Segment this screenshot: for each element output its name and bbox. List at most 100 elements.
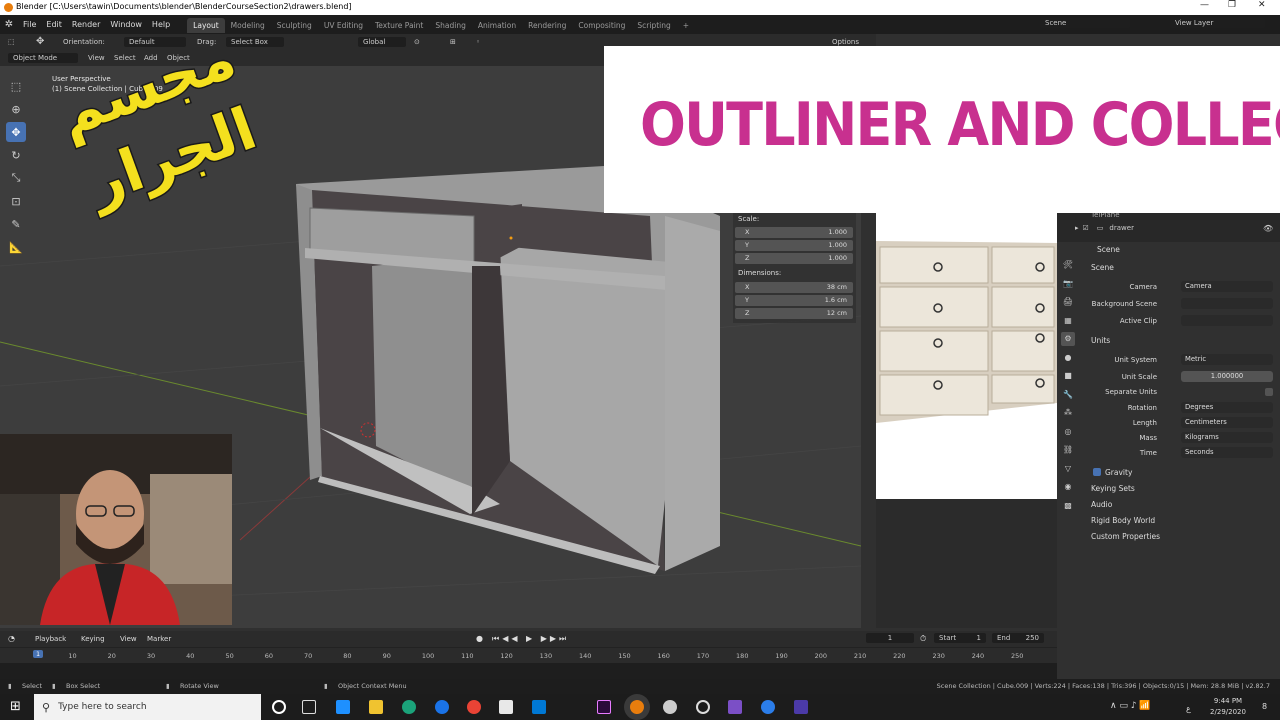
pivot-icon[interactable]: ⊙ (414, 38, 420, 46)
dimension-x-field[interactable]: X 38 cm (735, 282, 853, 293)
scene-selector[interactable]: Scene (1040, 18, 1130, 28)
mode-dropdown[interactable]: Object Mode (8, 53, 78, 63)
editor-type-icon[interactable]: ◔ (8, 634, 15, 643)
keying-menu[interactable]: Keying (81, 635, 105, 643)
obs-icon[interactable] (696, 700, 710, 714)
tab-uv-editing[interactable]: UV Editing (318, 18, 369, 33)
view-menu[interactable]: View (120, 635, 137, 643)
outliner-item-drawer[interactable]: ▸ ☑ ▭ drawer (1075, 224, 1134, 232)
visibility-eye-icon[interactable]: 👁 (1263, 224, 1273, 233)
tab-rendering[interactable]: Rendering (522, 18, 572, 33)
select-tool-icon[interactable]: ⬚ (8, 38, 15, 46)
menu-window[interactable]: Window (105, 15, 147, 34)
task-view-icon[interactable] (302, 700, 316, 714)
preview-range-icon[interactable]: ⏱ (920, 634, 926, 644)
particles-tab-icon[interactable]: ⁂ (1061, 406, 1075, 420)
constraints-tab-icon[interactable]: ⛓ (1061, 443, 1075, 457)
file-explorer-icon[interactable] (369, 700, 383, 714)
menu-help[interactable]: Help (147, 15, 175, 34)
windows-start-icon[interactable]: ⊞ (10, 699, 21, 714)
edge-icon[interactable] (435, 700, 449, 714)
premiere-icon[interactable] (597, 700, 611, 714)
proportional-edit-icon[interactable]: ◦ (476, 38, 480, 46)
end-frame-field[interactable]: End 250 (992, 633, 1044, 643)
expand-arrow-icon[interactable]: ▸ (1075, 224, 1079, 232)
dimension-y-field[interactable]: Y 1.6 cm (735, 295, 853, 306)
powershell-icon[interactable] (336, 700, 350, 714)
close-button[interactable]: ✕ (1258, 0, 1266, 10)
tab-shading[interactable]: Shading (429, 18, 471, 33)
scale-x-field[interactable]: X 1.000 (735, 227, 853, 238)
checkbox-icon[interactable]: ☑ (1083, 224, 1089, 232)
unit-system-dropdown[interactable]: Metric (1181, 354, 1273, 365)
menu-view[interactable]: View (88, 54, 105, 62)
tool-tab-icon[interactable]: 🛠 (1061, 258, 1075, 272)
transform-orientation-dropdown[interactable]: Global (358, 37, 406, 47)
add-workspace-button[interactable]: + (677, 18, 695, 33)
clock-time[interactable]: 9:44 PM (1206, 697, 1250, 705)
app-icon[interactable] (663, 700, 677, 714)
options-menu[interactable]: Options (832, 38, 859, 46)
blender-taskbar-icon[interactable] (630, 700, 644, 714)
app3-icon[interactable] (794, 700, 808, 714)
modifier-tab-icon[interactable]: 🔧 (1061, 388, 1075, 402)
unit-scale-field[interactable]: 1.000000 (1181, 371, 1273, 382)
rigid-body-world-section[interactable]: Rigid Body World (1091, 516, 1155, 525)
clock-date[interactable]: 2/29/2020 (1206, 708, 1250, 716)
taskbar-search-box[interactable]: ⚲ Type here to search (34, 694, 261, 720)
scene-section-header[interactable]: Scene (1091, 263, 1114, 272)
data-tab-icon[interactable]: ▽ (1061, 462, 1075, 476)
annotate-tool-icon[interactable]: ✎ (6, 214, 26, 234)
drawer-cabinet-model[interactable] (296, 166, 720, 574)
keying-sets-section[interactable]: Keying Sets (1091, 484, 1135, 493)
length-dropdown[interactable]: Centimeters (1181, 417, 1273, 428)
timeline-ruler[interactable]: 1 10 20 30 40 50 60 70 80 90 100 110 120 130 140 150 160… (0, 647, 1057, 663)
active-clip-field[interactable] (1181, 315, 1273, 326)
snap-icon[interactable]: ⊞ (450, 38, 456, 46)
rotate-tool-icon[interactable]: ↻ (6, 145, 26, 165)
texture-tab-icon[interactable]: ▩ (1061, 499, 1075, 513)
cortana-icon[interactable] (272, 700, 286, 714)
mass-dropdown[interactable]: Kilograms (1181, 432, 1273, 443)
maximize-button[interactable]: ❐ (1228, 0, 1236, 10)
tab-animation[interactable]: Animation (472, 18, 522, 33)
blender-menu-icon[interactable]: ✲ (0, 19, 18, 30)
gravity-checkbox[interactable] (1093, 468, 1101, 476)
scene-tab-icon[interactable]: ⚙ (1061, 332, 1075, 346)
scale-tool-icon[interactable]: ⤡ (6, 168, 26, 188)
minimize-button[interactable]: — (1200, 0, 1209, 10)
start-frame-field[interactable]: Start 1 (934, 633, 986, 643)
transform-tool-icon[interactable]: ⊡ (6, 191, 26, 211)
separate-units-checkbox[interactable] (1265, 388, 1273, 396)
time-dropdown[interactable]: Seconds (1181, 447, 1273, 458)
gravity-section[interactable]: Gravity (1105, 468, 1132, 477)
render-tab-icon[interactable]: 📷 (1061, 277, 1075, 291)
image-editor[interactable] (876, 213, 1057, 499)
notifications-icon[interactable]: 8 (1262, 702, 1267, 711)
measure-tool-icon[interactable]: 📐 (6, 237, 26, 257)
current-frame-field[interactable]: 1 (866, 633, 914, 643)
view-layer-selector[interactable]: View Layer (1170, 18, 1265, 28)
playback-menu[interactable]: Playback (35, 635, 66, 643)
rotation-dropdown[interactable]: Degrees (1181, 402, 1273, 413)
move-tool-icon[interactable]: ✥ (36, 36, 44, 47)
tab-sculpting[interactable]: Sculpting (271, 18, 318, 33)
tab-texture-paint[interactable]: Texture Paint (369, 18, 429, 33)
marker-menu[interactable]: Marker (147, 635, 171, 643)
world-tab-icon[interactable]: ● (1061, 351, 1075, 365)
custom-properties-section[interactable]: Custom Properties (1091, 532, 1160, 541)
audio-section[interactable]: Audio (1091, 500, 1112, 509)
language-indicator[interactable]: ع (1186, 704, 1191, 713)
scale-y-field[interactable]: Y 1.000 (735, 240, 853, 251)
dimension-z-field[interactable]: Z 12 cm (735, 308, 853, 319)
view-layer-tab-icon[interactable]: ▦ (1061, 314, 1075, 328)
physics-tab-icon[interactable]: ◎ (1061, 425, 1075, 439)
store-icon[interactable] (499, 700, 513, 714)
output-tab-icon[interactable]: 🖨 (1061, 295, 1075, 309)
app2-icon[interactable] (761, 700, 775, 714)
tab-scripting[interactable]: Scripting (631, 18, 676, 33)
units-section-header[interactable]: Units (1091, 336, 1110, 345)
mail-icon[interactable] (532, 700, 546, 714)
chrome-icon[interactable] (467, 700, 481, 714)
visual-studio-icon[interactable] (728, 700, 742, 714)
